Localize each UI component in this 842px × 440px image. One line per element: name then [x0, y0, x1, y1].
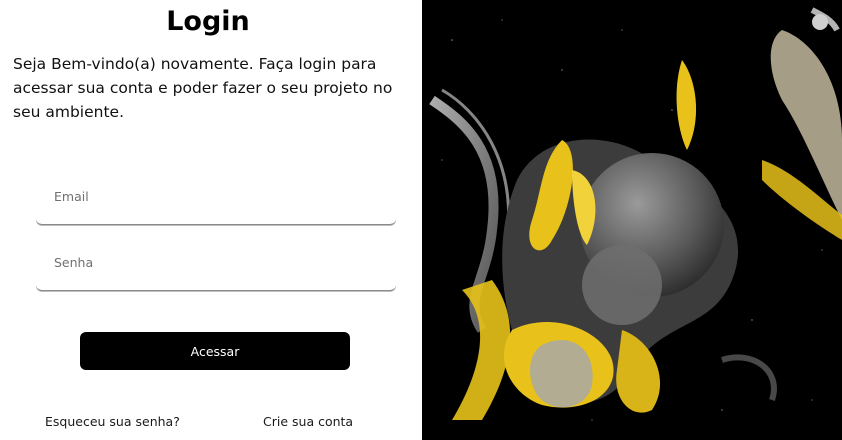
login-page: Login Seja Bem-vindo(a) novamente. Faça … — [0, 0, 842, 440]
abstract-marble-art — [422, 0, 842, 440]
forgot-password-link[interactable]: Esqueceu sua senha? — [45, 414, 180, 429]
password-field-container — [36, 235, 396, 291]
page-title: Login — [166, 6, 250, 37]
email-field[interactable] — [36, 169, 396, 224]
email-field-container — [36, 169, 396, 225]
password-field[interactable] — [36, 235, 396, 290]
login-panel: Login Seja Bem-vindo(a) novamente. Faça … — [0, 0, 422, 440]
create-account-link[interactable]: Crie sua conta — [263, 414, 353, 429]
welcome-message: Seja Bem-vindo(a) novamente. Faça login … — [13, 55, 393, 121]
decorative-art-panel — [422, 0, 842, 440]
submit-button[interactable]: Acessar — [80, 332, 350, 370]
